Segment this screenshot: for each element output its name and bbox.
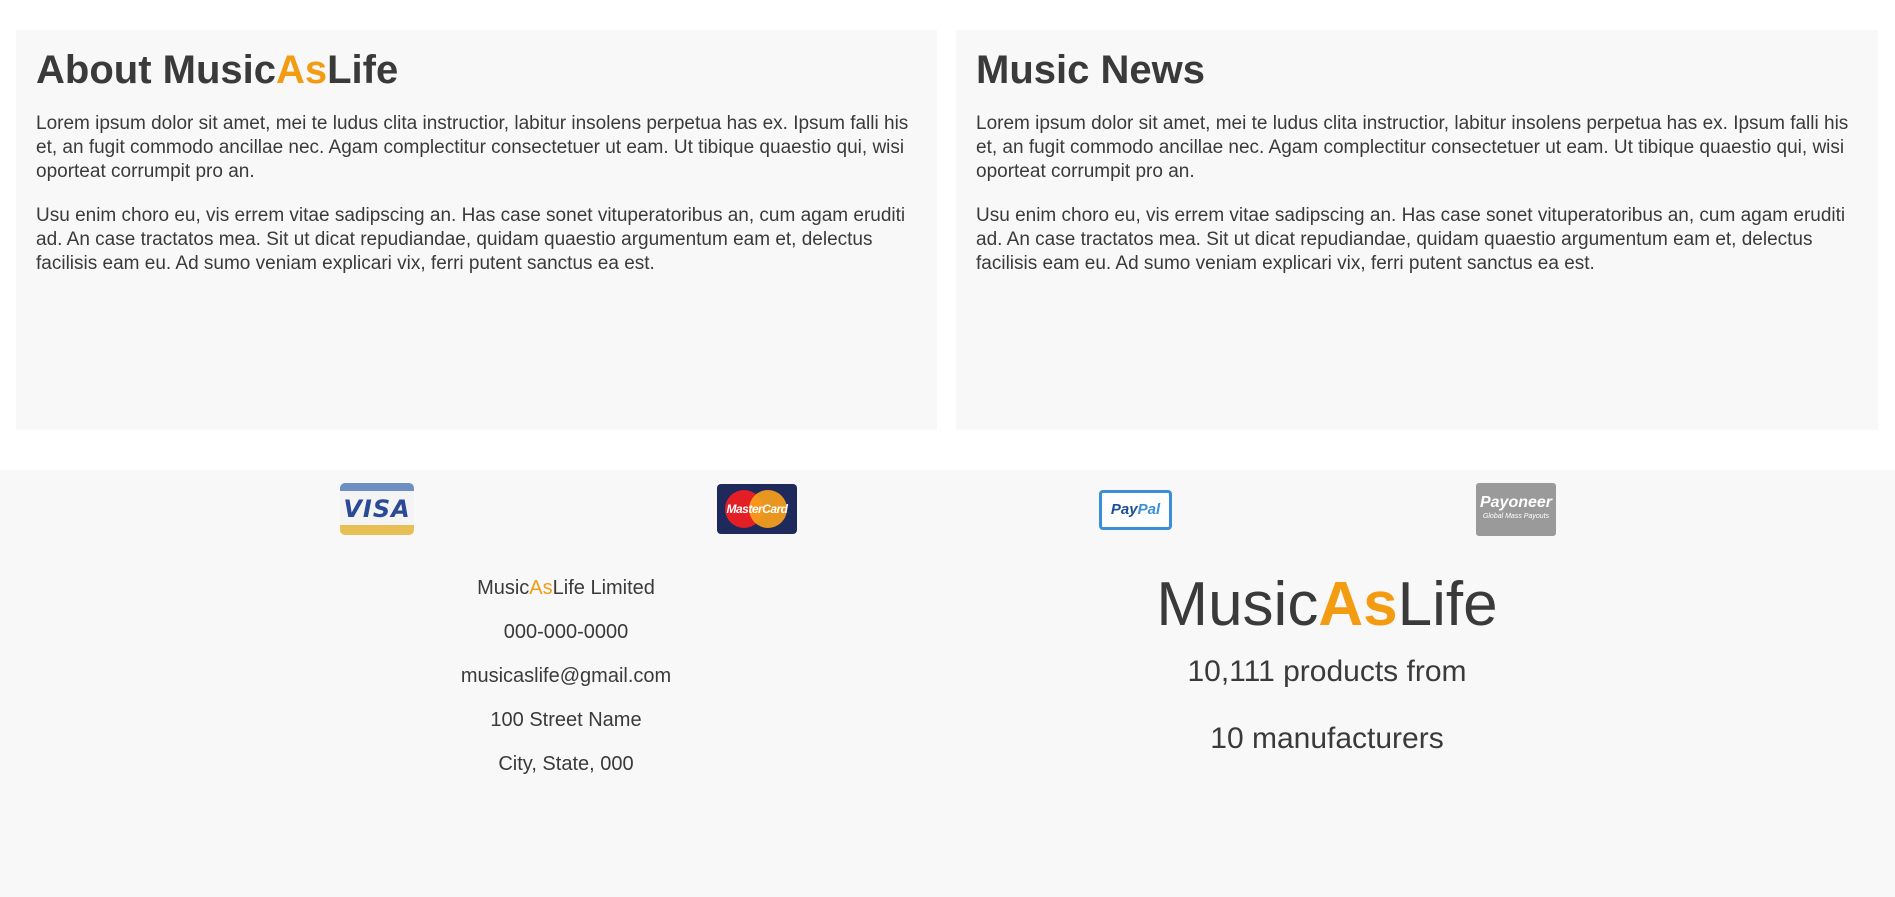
paypal-label-pay: Pay bbox=[1110, 501, 1138, 518]
about-panel: About MusicAsLife Lorem ipsum dolor sit … bbox=[16, 30, 937, 430]
company-name-prefix: Music bbox=[477, 577, 530, 599]
paypal-label-pal: Pal bbox=[1137, 501, 1161, 518]
company-name-suffix: Life Limited bbox=[552, 577, 655, 599]
payoneer-icon: Payoneer Global Mass Payouts bbox=[1476, 483, 1556, 536]
about-title-suffix: Life bbox=[327, 48, 399, 92]
email-address: musicaslife@gmail.com bbox=[460, 665, 672, 687]
brand-logo-prefix: Music bbox=[1156, 570, 1319, 639]
phone-number: 000-000-0000 bbox=[503, 621, 629, 643]
mastercard-label: MasterCard bbox=[726, 502, 788, 516]
brand-logo-accent: As bbox=[1318, 570, 1398, 639]
products-count: 10,111 products from bbox=[1187, 655, 1467, 688]
news-panel: Music News Lorem ipsum dolor sit amet, m… bbox=[956, 30, 1878, 430]
visa-label: VISA bbox=[343, 495, 411, 523]
mastercard-icon: MasterCard bbox=[717, 484, 797, 534]
about-title-accent: As bbox=[275, 48, 328, 92]
paypal-icon: PayPal bbox=[1099, 490, 1172, 530]
street-address: 100 Street Name bbox=[490, 709, 642, 731]
brand-block: MusicAsLife 10,111 products from 10 manu… bbox=[1027, 570, 1627, 757]
company-name: MusicAsLife Limited bbox=[366, 576, 766, 600]
about-paragraph-2: Usu enim choro eu, vis errem vitae sadip… bbox=[36, 205, 906, 274]
contact-info: MusicAsLife Limited 000-000-0000 musicas… bbox=[366, 576, 766, 796]
about-title: About MusicAsLife bbox=[36, 48, 917, 92]
manufacturers-count: 10 manufacturers bbox=[1210, 722, 1444, 755]
site-footer: VISA MasterCard PayPal Payoneer Global M… bbox=[0, 470, 1895, 897]
news-title: Music News bbox=[976, 48, 1205, 92]
company-name-accent: As bbox=[529, 577, 553, 599]
brand-logo: MusicAsLife bbox=[1027, 570, 1627, 640]
about-title-prefix: About Music bbox=[36, 48, 276, 92]
city-state: City, State, 000 bbox=[498, 753, 634, 775]
visa-icon: VISA bbox=[340, 483, 414, 535]
brand-logo-suffix: Life bbox=[1397, 570, 1498, 639]
payoneer-label: Payoneer bbox=[1479, 494, 1553, 511]
news-paragraph-2: Usu enim choro eu, vis errem vitae sadip… bbox=[976, 205, 1846, 274]
about-paragraph-1: Lorem ipsum dolor sit amet, mei te ludus… bbox=[36, 113, 909, 182]
news-paragraph-1: Lorem ipsum dolor sit amet, mei te ludus… bbox=[976, 113, 1849, 182]
content-row: About MusicAsLife Lorem ipsum dolor sit … bbox=[16, 30, 1878, 430]
payoneer-sublabel: Global Mass Payouts bbox=[1482, 513, 1550, 520]
